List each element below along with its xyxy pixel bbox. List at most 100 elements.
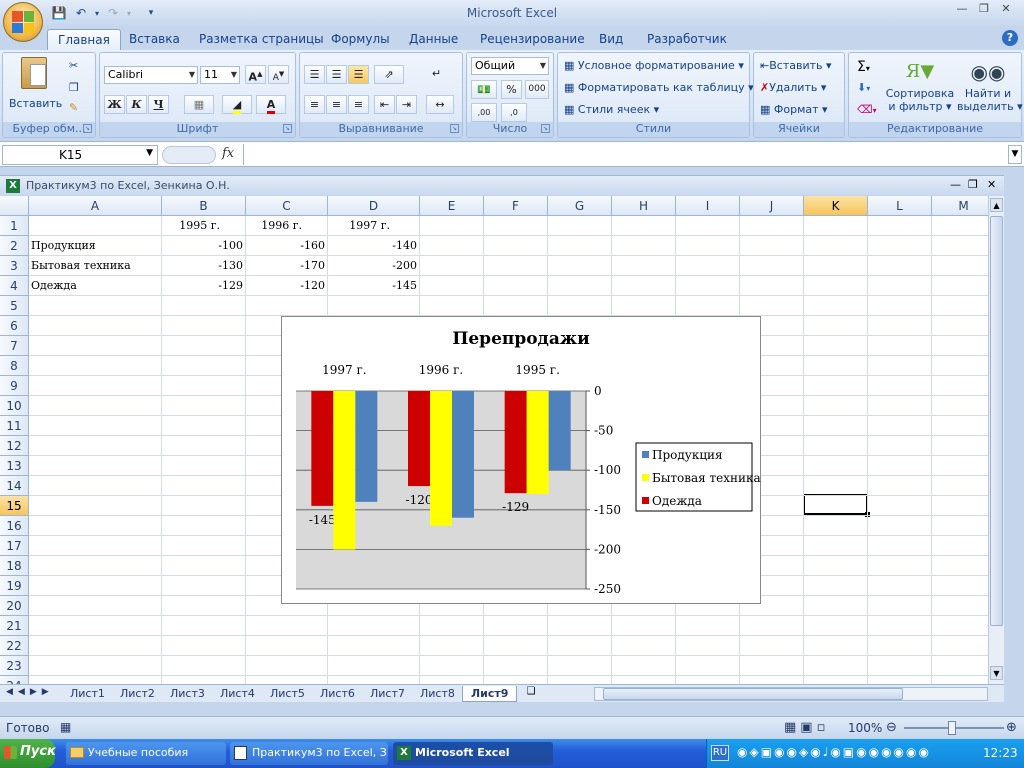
chart[interactable]: Перепродажи 0 -50 -100 -150 -200 -250 1997 г. -… — [281, 316, 761, 604]
tray-icons[interactable]: ◉◈▣◉◉◈◉♩◉▣◉◉◉◉◉◉ — [737, 745, 931, 759]
copy-icon[interactable]: ❐ — [69, 81, 79, 94]
bar[interactable] — [548, 391, 571, 471]
dialog-launcher-icon[interactable]: ↘ — [541, 124, 550, 133]
bar[interactable] — [408, 391, 430, 487]
insert-cells-button[interactable]: ⇤Вставить ▾ — [760, 59, 832, 72]
row-header-14[interactable]: 14 — [0, 476, 29, 496]
save-icon[interactable]: 💾 — [50, 4, 68, 22]
cell-c3[interactable]: -170 — [246, 256, 328, 276]
merge-center-icon[interactable]: ↔ — [426, 95, 454, 114]
dialog-launcher-icon[interactable]: ↘ — [450, 124, 459, 133]
formula-input[interactable] — [243, 144, 1006, 165]
scroll-down-icon[interactable]: ▼ — [990, 666, 1003, 680]
align-top-icon[interactable]: ☰ — [304, 65, 325, 84]
grow-font-button[interactable]: A▲ — [245, 65, 266, 84]
tab-formulas[interactable]: Формулы — [321, 29, 400, 50]
conditional-formatting-button[interactable]: ▦ Условное форматирование ▾ — [564, 59, 744, 72]
borders-button[interactable]: ▦ — [184, 95, 214, 114]
column-header-b[interactable]: B — [162, 196, 246, 216]
percent-button[interactable]: % — [501, 80, 522, 99]
bar[interactable] — [504, 391, 527, 494]
restore-button[interactable]: ❐ — [974, 2, 994, 18]
sheet-tab-3[interactable]: Лист3 — [162, 686, 213, 702]
cell-styles-button[interactable]: ▦ Стили ячеек ▾ — [564, 103, 659, 116]
zoom-in-icon[interactable]: ⊕ — [1006, 720, 1017, 735]
row-header-5[interactable]: 5 — [0, 296, 29, 316]
row-header-9[interactable]: 9 — [0, 376, 29, 396]
column-header-f[interactable]: F — [484, 196, 548, 216]
decrease-decimal-button[interactable]: ,0 — [501, 103, 527, 122]
redo-dropdown-icon[interactable]: ▾ — [120, 4, 138, 22]
tab-review[interactable]: Рецензирование — [470, 29, 595, 50]
font-color-button[interactable]: A — [256, 95, 286, 114]
clear-icon[interactable]: ⌫▾ — [857, 103, 877, 116]
column-header-j[interactable]: J — [740, 196, 804, 216]
wrap-text-icon[interactable]: ↵ — [426, 65, 447, 84]
expand-formula-bar-icon[interactable]: ▼ — [1008, 145, 1022, 164]
column-header-m[interactable]: M — [932, 196, 988, 216]
sheet-tab-8[interactable]: Лист8 — [412, 686, 463, 702]
scroll-thumb[interactable] — [990, 216, 1003, 626]
macro-record-icon[interactable]: ▦ — [60, 720, 71, 734]
task-folder-uchebnye[interactable]: Учебные пособия — [66, 742, 226, 765]
bar[interactable] — [333, 391, 356, 550]
row-header-3[interactable]: 3 — [0, 256, 29, 276]
row-header-6[interactable]: 6 — [0, 316, 29, 336]
minimize-button[interactable]: — — [952, 2, 972, 18]
align-left-icon[interactable]: ≡ — [304, 95, 325, 114]
name-box[interactable]: K15 ▼ — [2, 145, 158, 165]
selected-cell-k15[interactable] — [803, 494, 870, 517]
font-name-select[interactable]: Calibri ▼ — [104, 66, 198, 84]
scroll-up-icon[interactable]: ▲ — [990, 198, 1003, 212]
bar[interactable] — [526, 391, 549, 494]
row-header-22[interactable]: 22 — [0, 636, 29, 656]
dialog-launcher-icon[interactable]: ↘ — [283, 124, 292, 133]
row-header-16[interactable]: 16 — [0, 516, 29, 536]
sort-filter-button[interactable]: Я▼ Сортировка и фильтр ▾ — [885, 57, 955, 113]
font-size-select[interactable]: 11 ▼ — [200, 66, 240, 84]
sheet-tab-5[interactable]: Лист5 — [262, 686, 313, 702]
row-header-11[interactable]: 11 — [0, 416, 29, 436]
horizontal-scrollbar[interactable] — [594, 687, 988, 701]
row-header-15[interactable]: 15 — [0, 496, 29, 516]
row-header-13[interactable]: 13 — [0, 456, 29, 476]
row-header-10[interactable]: 10 — [0, 396, 29, 416]
italic-button[interactable]: К — [126, 95, 147, 114]
cut-icon[interactable]: ✂ — [69, 59, 78, 72]
workbook-restore-button[interactable]: ❐ — [968, 178, 978, 191]
tab-developer[interactable]: Разработчик — [637, 29, 737, 50]
cell-c4[interactable]: -120 — [246, 276, 328, 296]
workbook-close-button[interactable]: ✕ — [987, 178, 996, 191]
align-center-icon[interactable]: ≡ — [326, 95, 347, 114]
row-header-20[interactable]: 20 — [0, 596, 29, 616]
decrease-indent-icon[interactable]: ⇤ — [374, 95, 395, 114]
horizontal-scroll-thumb[interactable] — [603, 688, 903, 700]
align-bottom-icon[interactable]: ☰ — [348, 65, 369, 84]
bar[interactable] — [311, 391, 334, 506]
sheet-tab-1[interactable]: Лист1 — [62, 686, 113, 702]
sheet-tab-4[interactable]: Лист4 — [212, 686, 263, 702]
orientation-icon[interactable]: ⇗ — [374, 65, 404, 84]
column-header-a[interactable]: A — [29, 196, 162, 216]
insert-function-button[interactable]: fx — [222, 146, 234, 161]
sheet-tab-9[interactable]: Лист9 — [462, 686, 518, 702]
column-header-h[interactable]: H — [612, 196, 676, 216]
office-button[interactable] — [3, 2, 43, 42]
cell-d4[interactable]: -145 — [328, 276, 420, 296]
row-header-2[interactable]: 2 — [0, 236, 29, 256]
zoom-slider[interactable] — [904, 721, 1004, 735]
column-header-d[interactable]: D — [328, 196, 420, 216]
find-select-button[interactable]: ◉◉ Найти и выделить ▾ — [957, 57, 1023, 113]
bar[interactable] — [452, 391, 474, 518]
row-header-8[interactable]: 8 — [0, 356, 29, 376]
column-header-k[interactable]: K — [804, 196, 868, 216]
zoom-level[interactable]: 100% — [848, 721, 882, 735]
task-excel[interactable]: X Microsoft Excel — [393, 742, 553, 765]
insert-sheet-icon[interactable]: ❏ — [522, 686, 540, 701]
vertical-scrollbar[interactable]: ▲ ▼ — [988, 196, 1004, 684]
cell-c2[interactable]: -160 — [246, 236, 328, 256]
delete-cells-button[interactable]: ✗Удалить ▾ — [760, 81, 826, 94]
row-header-21[interactable]: 21 — [0, 616, 29, 636]
format-cells-button[interactable]: ▦ Формат ▾ — [760, 103, 828, 116]
align-right-icon[interactable]: ≡ — [348, 95, 369, 114]
